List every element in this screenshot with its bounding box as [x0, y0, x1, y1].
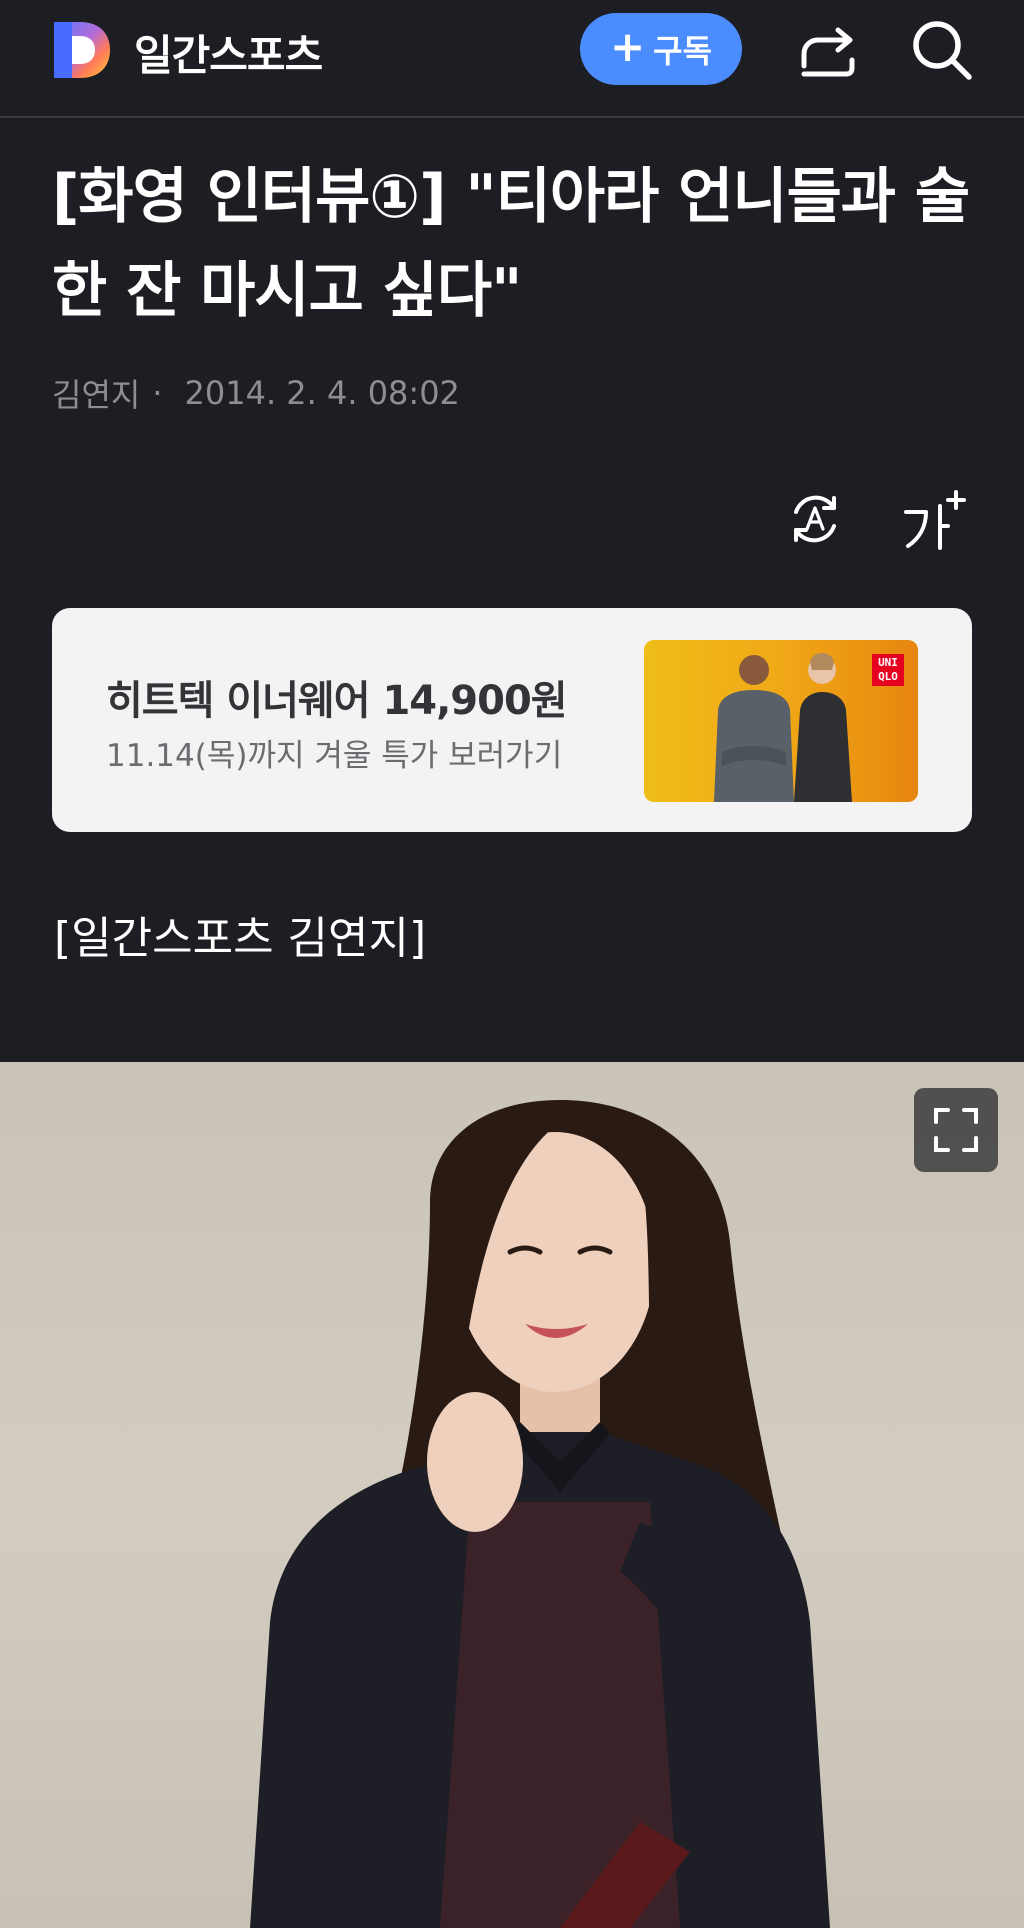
logo-icon[interactable]	[52, 20, 112, 80]
subscribe-button[interactable]: + 구독	[580, 13, 742, 85]
subscribe-label: 구독	[653, 32, 713, 70]
author-name[interactable]: 김연지	[52, 370, 140, 416]
expand-button[interactable]	[914, 1088, 998, 1172]
portrait-illustration	[250, 1100, 830, 1928]
top-header: 일간스포츠 + 구독	[0, 0, 1024, 118]
ad-banner[interactable]: 히트텍 이너웨어 14,900원 11.14(목)까지 겨울 특가 보러가기 U…	[52, 608, 972, 832]
article-page: 일간스포츠 + 구독 [화영 인터뷰①] "티아라 언니들과 술 한 잔 마시고…	[0, 0, 1024, 1928]
article-title: [화영 인터뷰①] "티아라 언니들과 술 한 잔 마시고 싶다"	[52, 162, 970, 326]
ad-subtitle: 11.14(목)까지 겨울 특가 보러가기	[106, 738, 563, 774]
meta-separator: ·	[152, 374, 163, 412]
article-photo[interactable]	[0, 1062, 1024, 1928]
font-size-icon[interactable]	[900, 488, 966, 550]
share-icon[interactable]	[796, 20, 858, 82]
expand-icon	[934, 1108, 978, 1152]
brand-logo: UNI QLO	[872, 654, 904, 686]
plus-icon: +	[609, 22, 646, 71]
ad-image: UNI QLO	[644, 640, 918, 802]
ad-title: 히트텍 이너웨어 14,900원	[106, 678, 568, 724]
site-name[interactable]: 일간스포츠	[134, 22, 323, 83]
publish-datetime: 2014. 2. 4. 08:02	[184, 374, 460, 412]
translate-icon[interactable]	[786, 490, 844, 548]
article-meta: 김연지 · 2014. 2. 4. 08:02	[52, 370, 460, 416]
search-icon[interactable]	[910, 18, 974, 82]
article-byline: [일간스포츠 김연지]	[54, 913, 427, 964]
